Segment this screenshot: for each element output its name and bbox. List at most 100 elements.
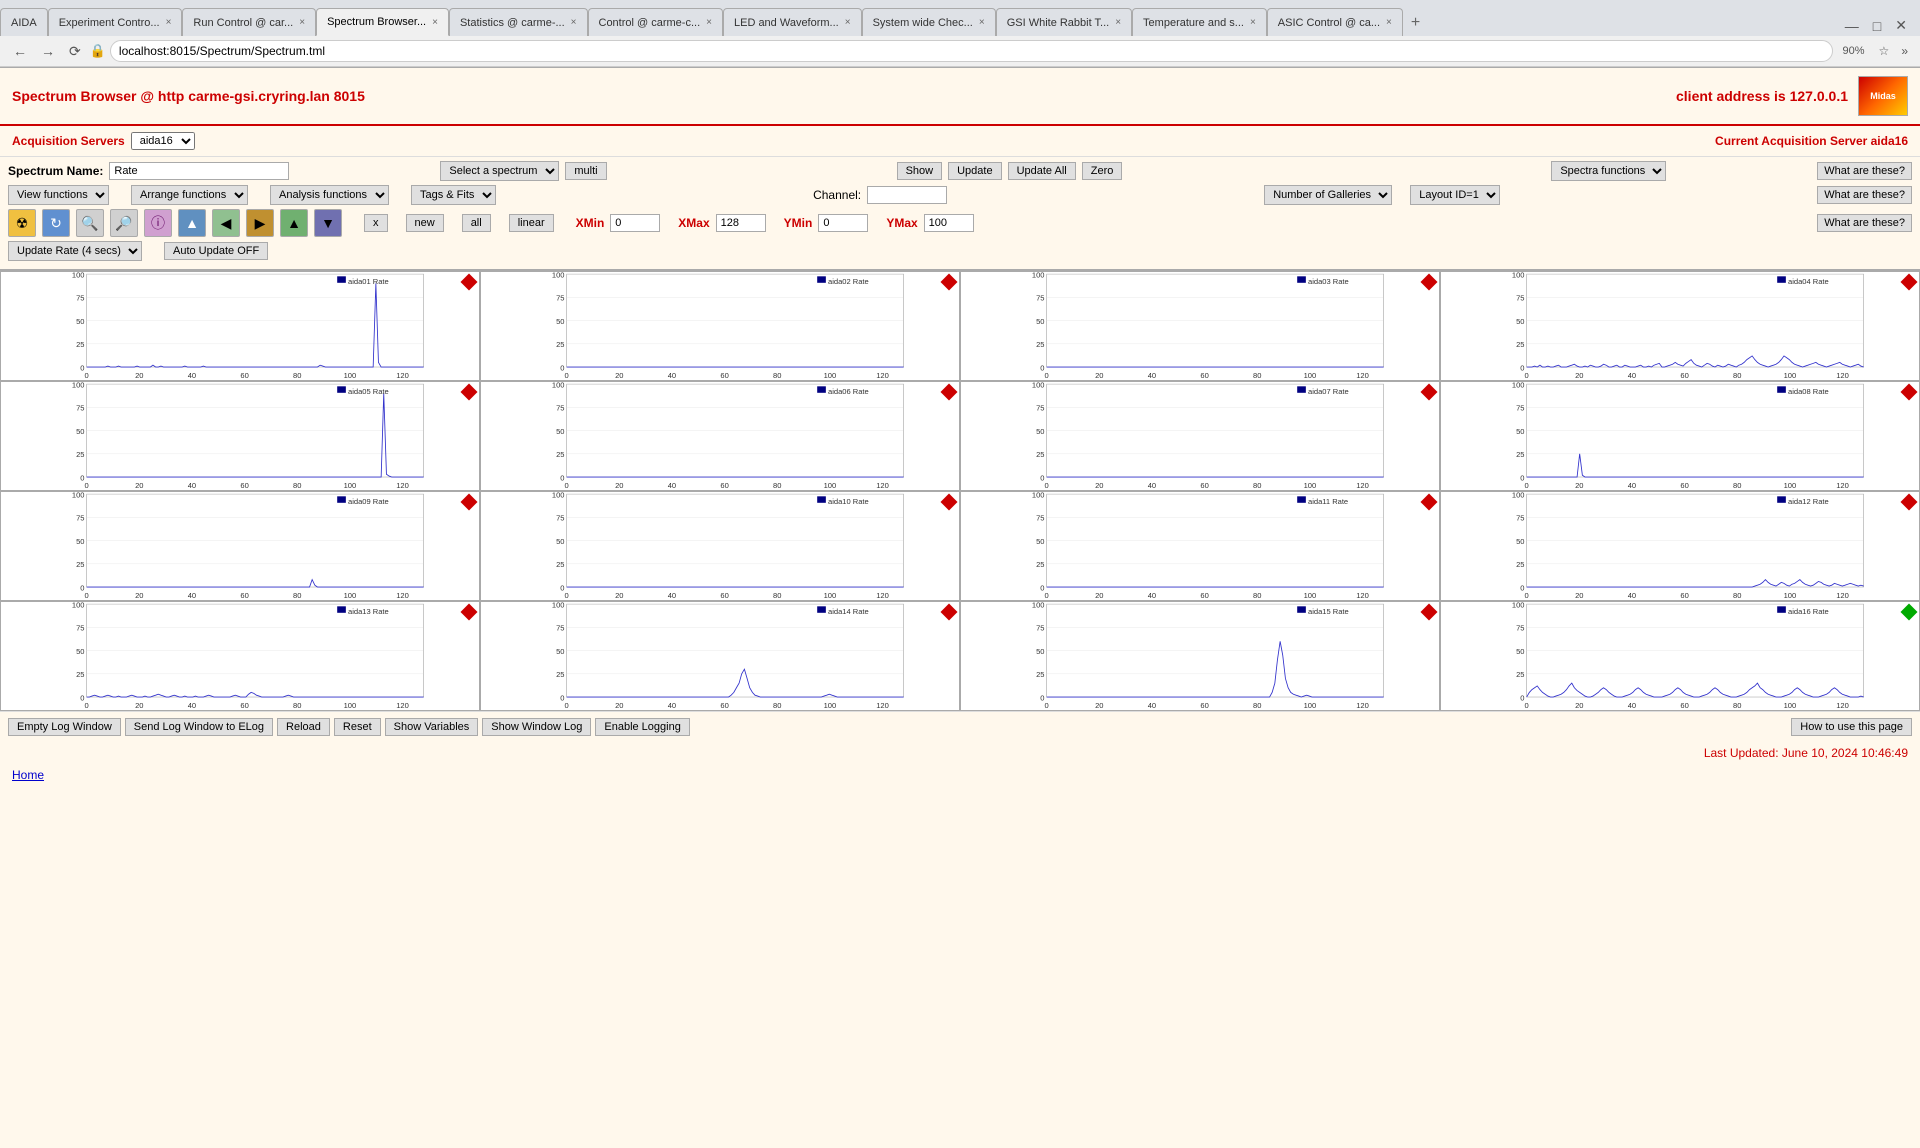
x-button[interactable]: x: [364, 214, 388, 232]
acq-server-select[interactable]: aida16: [131, 132, 195, 150]
new-button[interactable]: new: [406, 214, 444, 232]
tab-control[interactable]: Control @ carme-c... ×: [588, 8, 723, 36]
zoom-out-icon-button[interactable]: 🔎: [110, 209, 138, 237]
what-are-these-3-button[interactable]: What are these?: [1817, 214, 1912, 232]
close-icon[interactable]: ×: [432, 17, 438, 28]
view-functions-dropdown[interactable]: View functions: [8, 185, 109, 205]
spectrum-cell-aida11[interactable]: 0255075100020406080100120aida11 Rate: [960, 491, 1440, 601]
tab-spectrum[interactable]: Spectrum Browser... ×: [316, 8, 449, 36]
close-icon[interactable]: ×: [979, 17, 985, 28]
spectrum-name-input[interactable]: [109, 162, 289, 180]
tab-runcontrol[interactable]: Run Control @ car... ×: [182, 8, 316, 36]
spectrum-cell-aida09[interactable]: 0255075100020406080100120aida09 Rate: [0, 491, 480, 601]
update-all-button[interactable]: Update All: [1008, 162, 1076, 180]
show-variables-button[interactable]: Show Variables: [385, 718, 479, 736]
update-rate-select[interactable]: Update Rate (4 secs): [8, 241, 142, 261]
update-button[interactable]: Update: [948, 162, 1001, 180]
info-icon-button[interactable]: ⓘ: [144, 209, 172, 237]
spectrum-cell-aida12[interactable]: 0255075100020406080100120aida12 Rate: [1440, 491, 1920, 601]
tab-experiment[interactable]: Experiment Contro... ×: [48, 8, 183, 36]
spectrum-cell-aida03[interactable]: 0255075100020406080100120aida03 Rate: [960, 271, 1440, 381]
select-spectrum-dropdown[interactable]: Select a spectrum: [440, 161, 559, 181]
spectrum-cell-aida01[interactable]: 0255075100020406080100120aida01 Rate: [0, 271, 480, 381]
address-bar[interactable]: [110, 40, 1833, 62]
reload-button[interactable]: ⟳: [64, 41, 86, 62]
how-to-use-button[interactable]: How to use this page: [1791, 718, 1912, 736]
new-tab-button[interactable]: +: [1403, 10, 1428, 36]
back-button[interactable]: ←: [8, 41, 32, 61]
tab-led[interactable]: LED and Waveform... ×: [723, 8, 862, 36]
refresh-icon-button[interactable]: ↻: [42, 209, 70, 237]
svg-text:0: 0: [1525, 591, 1529, 600]
ymax-input[interactable]: [924, 214, 974, 232]
radiation-icon-button[interactable]: ☢: [8, 209, 36, 237]
bookmark-icon[interactable]: ☆: [1875, 44, 1894, 58]
spectrum-cell-aida04[interactable]: 0255075100020406080100120aida04 Rate: [1440, 271, 1920, 381]
arrange-functions-dropdown[interactable]: Arrange functions: [131, 185, 248, 205]
arrow-right-button[interactable]: ▶: [246, 209, 274, 237]
reload-page-button[interactable]: Reload: [277, 718, 330, 736]
extensions-icon[interactable]: »: [1897, 44, 1912, 58]
close-icon[interactable]: ×: [571, 17, 577, 28]
settings-icon-button[interactable]: ▲: [178, 209, 206, 237]
tab-syscheck[interactable]: System wide Chec... ×: [862, 8, 996, 36]
minimize-button[interactable]: —: [1840, 16, 1864, 36]
linear-button[interactable]: linear: [509, 214, 554, 232]
spectrum-grid: 0255075100020406080100120aida01 Rate0255…: [0, 269, 1920, 711]
number-galleries-dropdown[interactable]: Number of Galleries: [1264, 185, 1392, 205]
tab-label: Temperature and s...: [1143, 17, 1244, 29]
enable-logging-button[interactable]: Enable Logging: [595, 718, 689, 736]
ymin-input[interactable]: [818, 214, 868, 232]
home-link[interactable]: Home: [0, 764, 1920, 786]
all-button[interactable]: all: [462, 214, 491, 232]
what-are-these-1-button[interactable]: What are these?: [1817, 162, 1912, 180]
empty-log-button[interactable]: Empty Log Window: [8, 718, 121, 736]
close-icon[interactable]: ×: [845, 17, 851, 28]
xmax-input[interactable]: [716, 214, 766, 232]
send-log-button[interactable]: Send Log Window to ELog: [125, 718, 273, 736]
restore-button[interactable]: □: [1868, 16, 1886, 36]
spectrum-cell-aida05[interactable]: 0255075100020406080100120aida05 Rate: [0, 381, 480, 491]
arrow-left-button[interactable]: ◀: [212, 209, 240, 237]
what-are-these-2-button[interactable]: What are these?: [1817, 186, 1912, 204]
spectrum-cell-aida15[interactable]: 0255075100020406080100120aida15 Rate: [960, 601, 1440, 711]
tab-gsi[interactable]: GSI White Rabbit T... ×: [996, 8, 1132, 36]
forward-button[interactable]: →: [36, 41, 60, 61]
close-icon[interactable]: ×: [166, 17, 172, 28]
layout-id-dropdown[interactable]: Layout ID=1: [1410, 185, 1500, 205]
svg-text:120: 120: [876, 701, 889, 710]
spectrum-cell-aida02[interactable]: 0255075100020406080100120aida02 Rate: [480, 271, 960, 381]
spectrum-cell-aida07[interactable]: 0255075100020406080100120aida07 Rate: [960, 381, 1440, 491]
show-button[interactable]: Show: [897, 162, 943, 180]
tab-temp[interactable]: Temperature and s... ×: [1132, 8, 1267, 36]
svg-text:80: 80: [1733, 481, 1741, 490]
tags-fits-dropdown[interactable]: Tags & Fits: [411, 185, 496, 205]
reset-button[interactable]: Reset: [334, 718, 381, 736]
spectrum-cell-aida16[interactable]: 0255075100020406080100120aida16 Rate: [1440, 601, 1920, 711]
close-icon[interactable]: ×: [706, 17, 712, 28]
spectrum-cell-aida06[interactable]: 0255075100020406080100120aida06 Rate: [480, 381, 960, 491]
spectrum-cell-aida14[interactable]: 0255075100020406080100120aida14 Rate: [480, 601, 960, 711]
spectrum-cell-aida08[interactable]: 0255075100020406080100120aida08 Rate: [1440, 381, 1920, 491]
channel-input[interactable]: [867, 186, 947, 204]
close-icon[interactable]: ×: [299, 17, 305, 28]
close-icon[interactable]: ×: [1250, 17, 1256, 28]
xmin-input[interactable]: [610, 214, 660, 232]
multi-button[interactable]: multi: [565, 162, 606, 180]
show-window-log-button[interactable]: Show Window Log: [482, 718, 591, 736]
spectrum-cell-aida13[interactable]: 0255075100020406080100120aida13 Rate: [0, 601, 480, 711]
download-arrow-button[interactable]: ▼: [314, 209, 342, 237]
spectrum-cell-aida10[interactable]: 0255075100020406080100120aida10 Rate: [480, 491, 960, 601]
auto-update-button[interactable]: Auto Update OFF: [164, 242, 268, 260]
close-icon[interactable]: ×: [1386, 17, 1392, 28]
zoom-in-icon-button[interactable]: 🔍: [76, 209, 104, 237]
zero-button[interactable]: Zero: [1082, 162, 1123, 180]
spectra-functions-dropdown[interactable]: Spectra functions: [1551, 161, 1666, 181]
close-window-button[interactable]: ✕: [1890, 15, 1912, 36]
tab-asic[interactable]: ASIC Control @ ca... ×: [1267, 8, 1403, 36]
upload-arrow-button[interactable]: ▲: [280, 209, 308, 237]
tab-statistics[interactable]: Statistics @ carme-... ×: [449, 8, 588, 36]
tab-aida[interactable]: AIDA: [0, 8, 48, 36]
analysis-functions-dropdown[interactable]: Analysis functions: [270, 185, 389, 205]
close-icon[interactable]: ×: [1115, 17, 1121, 28]
